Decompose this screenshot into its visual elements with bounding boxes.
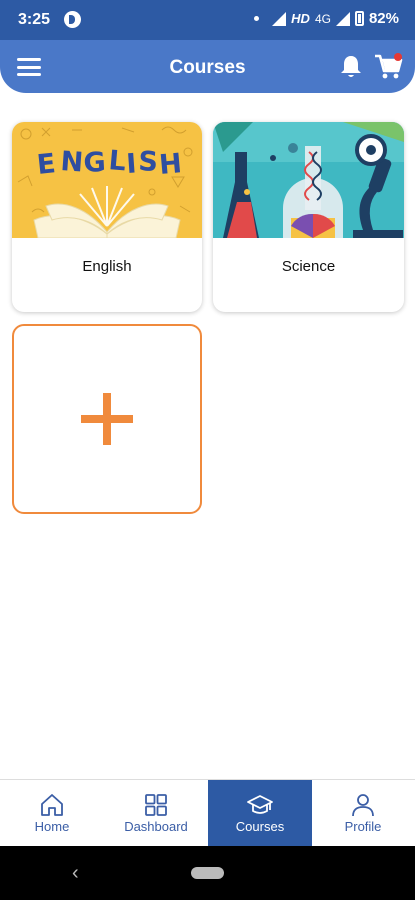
nav-label: Courses [235, 819, 285, 834]
notification-dot-icon [254, 16, 260, 21]
course-card-english[interactable]: E N G L I S H English [12, 122, 202, 312]
course-card-science[interactable]: Science [213, 122, 404, 312]
person-icon [352, 794, 374, 817]
svg-text:H: H [158, 148, 183, 181]
english-book-illustration: E N G L I S H [12, 122, 202, 238]
nav-home[interactable]: Home [0, 780, 104, 847]
network-type-label: 4G [314, 11, 331, 26]
svg-text:L: L [107, 145, 127, 177]
cart-icon[interactable] [374, 52, 404, 80]
app-bar: Courses [0, 40, 415, 93]
dashboard-icon [145, 794, 167, 816]
battery-percent: 82% [368, 10, 399, 27]
battery-icon [354, 11, 364, 26]
svg-text:G: G [83, 147, 107, 179]
svg-text:N: N [60, 146, 85, 179]
home-gesture-pill[interactable] [191, 867, 224, 879]
nav-courses[interactable]: Courses [208, 780, 312, 847]
plus-icon [81, 393, 133, 445]
bell-icon[interactable] [339, 54, 363, 80]
app-notification-icon [64, 11, 81, 28]
home-icon [41, 794, 63, 816]
cell-signal-icon [335, 11, 350, 26]
bottom-navigation: Home Dashboard Courses Profile [0, 779, 415, 847]
science-lab-illustration [213, 122, 404, 238]
network-hd-label: HD [291, 11, 310, 26]
nav-label: Dashboard [124, 819, 188, 834]
back-icon[interactable]: ‹ [72, 863, 79, 883]
status-time: 3:25 [18, 11, 51, 28]
status-bar: 3:25 HD 4G 82% [0, 0, 415, 40]
graduation-cap-icon [247, 795, 273, 814]
nav-profile[interactable]: Profile [311, 780, 415, 847]
course-title: Science [281, 258, 336, 275]
svg-text:E: E [35, 148, 57, 181]
nav-dashboard[interactable]: Dashboard [104, 780, 208, 847]
nav-label: Home [34, 819, 70, 834]
nav-label: Profile [344, 819, 382, 834]
add-course-button[interactable] [12, 324, 202, 514]
status-indicators: HD 4G 82% [254, 10, 399, 27]
cart-badge [394, 53, 402, 61]
system-navigation-bar: ‹ [0, 846, 415, 900]
wifi-signal-icon [272, 11, 287, 26]
course-title: English [82, 258, 132, 275]
svg-text:S: S [138, 146, 159, 178]
